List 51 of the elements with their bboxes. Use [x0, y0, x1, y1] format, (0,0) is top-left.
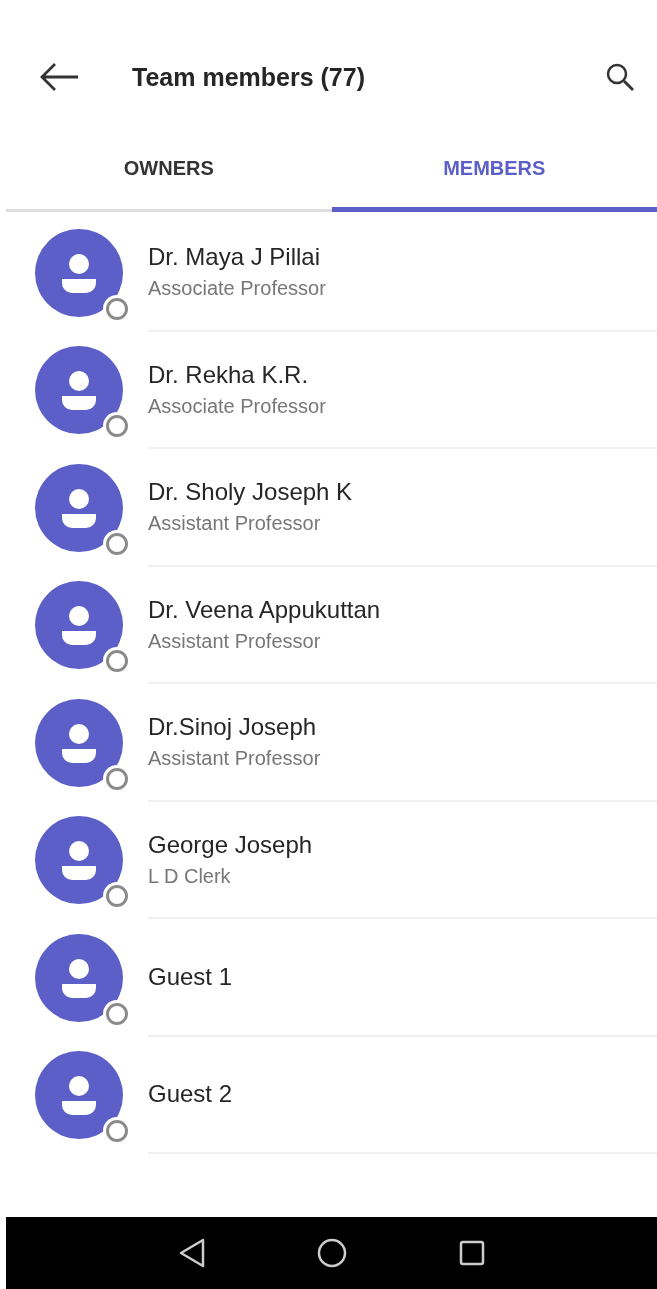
search-icon	[605, 62, 635, 92]
member-list-item[interactable]: Guest 1	[0, 919, 657, 1037]
home-nav-button[interactable]	[315, 1237, 348, 1269]
presence-status-icon	[106, 415, 128, 438]
presence-status-icon	[106, 297, 128, 320]
recents-nav-button[interactable]	[457, 1239, 486, 1267]
member-role: Assistant Professor	[148, 512, 322, 536]
member-list-item[interactable]: Dr. Sholy Joseph K Assistant Professor	[0, 449, 657, 567]
member-list-item[interactable]: Dr. Rekha K.R. Associate Professor	[0, 331, 657, 449]
avatar-icon	[35, 698, 123, 787]
member-name: Guest 2	[148, 1080, 234, 1109]
circle-icon	[315, 1237, 348, 1269]
page-title: Team members (77)	[132, 62, 366, 92]
avatar-icon	[35, 1051, 123, 1140]
member-name: George Joseph	[148, 830, 314, 859]
presence-status-icon	[106, 1120, 128, 1143]
presence-status-icon	[106, 767, 128, 790]
search-button[interactable]	[605, 62, 635, 92]
member-name: Dr. Veena Appukuttan	[148, 595, 382, 624]
member-role: Associate Professor	[148, 394, 327, 418]
tab[interactable]: MEMBERS	[331, 129, 657, 212]
avatar-icon	[35, 228, 123, 317]
member-list-item[interactable]: Dr. Maya J Pillai Associate Professor	[0, 214, 657, 332]
presence-status-icon	[106, 650, 128, 673]
member-name: Dr. Sholy Joseph K	[148, 478, 354, 507]
member-list-item[interactable]: Guest 2	[0, 1036, 657, 1154]
presence-status-icon	[106, 885, 128, 908]
back-nav-button[interactable]	[177, 1237, 206, 1269]
member-name: Dr.Sinoj Joseph	[148, 713, 318, 742]
back-button[interactable]	[38, 62, 80, 92]
presence-status-icon	[106, 1002, 128, 1025]
avatar-icon	[35, 933, 123, 1022]
member-name: Guest 1	[148, 962, 234, 991]
avatar-icon	[35, 816, 123, 905]
avatar-icon	[35, 463, 123, 552]
member-list-item[interactable]: Dr.Sinoj Joseph Assistant Professor	[0, 684, 657, 802]
member-role: L D Clerk	[148, 864, 232, 888]
presence-status-icon	[106, 532, 128, 555]
member-list-item[interactable]: George Joseph L D Clerk	[0, 801, 657, 919]
back-arrow-icon	[38, 62, 80, 92]
avatar-icon	[35, 346, 123, 435]
tab[interactable]: OWNERS	[6, 129, 332, 212]
triangle-icon	[177, 1237, 206, 1269]
member-name: Dr. Rekha K.R.	[148, 360, 310, 389]
member-role: Associate Professor	[148, 277, 327, 301]
member-name: Dr. Maya J Pillai	[148, 243, 322, 272]
square-icon	[457, 1239, 486, 1267]
member-role: Assistant Professor	[148, 747, 322, 771]
member-list-item[interactable]: Dr. Veena Appukuttan Assistant Professor	[0, 566, 657, 684]
member-role: Assistant Professor	[148, 629, 322, 653]
avatar-icon	[35, 581, 123, 670]
